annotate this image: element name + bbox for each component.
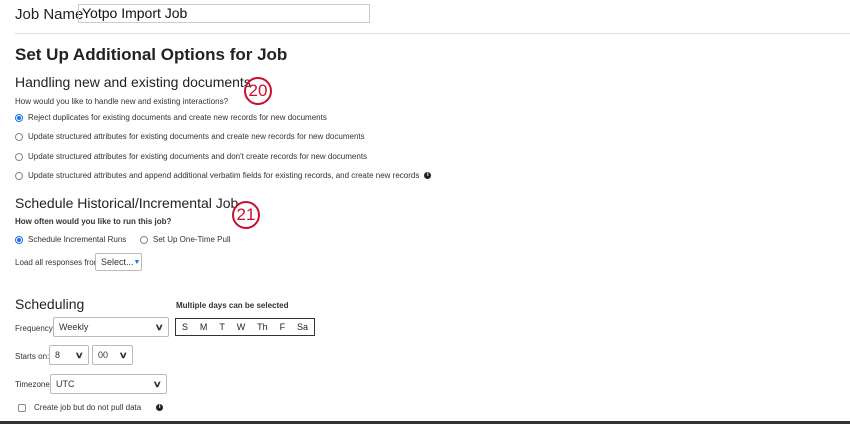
option-label: Update structured attributes for existin… [28, 152, 368, 161]
info-icon[interactable]: i [156, 404, 164, 411]
load-select[interactable]: Select... ▼ [95, 253, 142, 271]
option-label: Schedule Incremental Runs [28, 235, 127, 244]
chevron-down-icon: ∨ [75, 349, 85, 360]
schedule-heading: Schedule Historical/Incremental Job [15, 195, 239, 211]
frequency-label: Frequency: [15, 324, 56, 333]
load-label: Load all responses from: [15, 258, 103, 267]
starts-label: Starts on: [15, 352, 50, 361]
step-badge-20: 20 [244, 77, 272, 105]
chevron-down-icon: ∨ [155, 321, 165, 332]
checkbox-label: Create job but do not pull data [34, 403, 142, 412]
no-pull-checkbox-row[interactable]: Create job but do not pull data i [18, 403, 164, 412]
day-sunday[interactable]: S [182, 322, 188, 332]
frequency-select[interactable]: Weekly ∨ [53, 317, 169, 337]
option-label: Set Up One-Time Pull [153, 235, 231, 244]
job-name-input[interactable]: Yotpo Import Job [78, 4, 370, 23]
schedule-incremental-radio[interactable]: Schedule Incremental Runs [15, 235, 126, 244]
day-tuesday[interactable]: T [219, 322, 225, 332]
day-saturday[interactable]: Sa [297, 322, 308, 332]
select-value: Select... [101, 257, 134, 267]
page-title: Set Up Additional Options for Job [15, 45, 288, 64]
minute-select[interactable]: 00 ∨ [92, 345, 133, 365]
handling-option-1[interactable]: Reject duplicates for existing documents… [15, 113, 327, 122]
schedule-one-time-radio[interactable]: Set Up One-Time Pull [140, 235, 231, 244]
option-label: Reject duplicates for existing documents… [28, 113, 327, 122]
handling-option-4[interactable]: Update structured attributes and append … [15, 171, 432, 180]
days-note: Multiple days can be selected [176, 301, 289, 310]
step-badge-21: 21 [232, 201, 260, 229]
divider [15, 33, 850, 34]
chevron-down-icon: ∨ [119, 349, 129, 360]
select-value: UTC [56, 379, 75, 389]
radio[interactable] [140, 235, 148, 244]
day-picker: S M T W Th F Sa [175, 318, 315, 336]
handling-question: How would you like to handle new and exi… [15, 97, 229, 106]
handling-option-3[interactable]: Update structured attributes for existin… [15, 152, 367, 161]
timezone-label: Timezone: [15, 380, 53, 389]
option-label: Update structured attributes and append … [28, 171, 420, 180]
no-pull-checkbox[interactable] [18, 403, 26, 412]
select-value: 8 [55, 350, 61, 360]
handling-heading: Handling new and existing documents [15, 74, 251, 90]
timezone-select[interactable]: UTC ∨ [50, 374, 167, 394]
option-label: Update structured attributes for existin… [28, 132, 365, 141]
info-icon[interactable]: i [424, 172, 432, 179]
day-monday[interactable]: M [200, 322, 208, 332]
chevron-down-icon: ∨ [153, 378, 163, 389]
select-value: Weekly [59, 322, 89, 332]
handling-option-2[interactable]: Update structured attributes for existin… [15, 132, 365, 141]
day-friday[interactable]: F [280, 322, 286, 332]
radio[interactable] [15, 171, 23, 180]
radio[interactable] [15, 132, 23, 141]
radio-selected[interactable] [15, 113, 23, 122]
caret-down-icon: ▼ [133, 258, 141, 266]
hour-select[interactable]: 8 ∨ [49, 345, 89, 365]
scheduling-heading: Scheduling [15, 296, 85, 312]
radio[interactable] [15, 152, 23, 161]
day-wednesday[interactable]: W [237, 322, 246, 332]
radio-selected[interactable] [15, 235, 23, 244]
job-name-label: Job Name [15, 6, 84, 23]
select-value: 00 [98, 350, 109, 360]
schedule-question: How often would you like to run this job… [15, 217, 172, 226]
day-thursday[interactable]: Th [257, 322, 268, 332]
